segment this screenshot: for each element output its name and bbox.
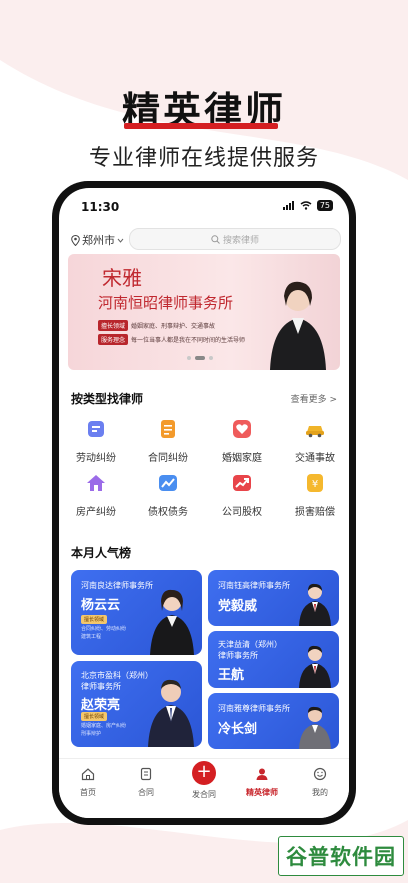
plus-icon: +	[192, 761, 216, 785]
lawyer-card-tag: 擅长领域	[81, 615, 108, 624]
tab-contract-label: 合同	[138, 788, 154, 797]
banner-pagination	[187, 356, 213, 360]
contract-dispute-icon	[161, 420, 175, 438]
banner-idea-tag: 服务理念	[98, 334, 129, 345]
tab-profile-label: 我的	[312, 788, 328, 797]
banner-field-tag: 擅长领域	[98, 320, 129, 331]
lawyer-icon	[256, 768, 268, 780]
lawyer-card-firm: 河南良达律师事务所	[81, 581, 153, 590]
labor-dispute-icon	[88, 421, 104, 437]
see-more-link[interactable]: 查看更多 >	[291, 392, 337, 405]
search-placeholder: 搜索律师	[222, 235, 259, 246]
location-selector[interactable]: 郑州市	[71, 232, 124, 248]
lawyer-card-firm: 河南钰高律师事务所	[218, 581, 290, 590]
lawyer-card-desc: 婚姻家庭、房产纠纷 刑事辩护	[81, 723, 127, 737]
category-label: 损害赔偿	[295, 507, 335, 518]
category-label: 公司股权	[222, 507, 262, 518]
category-labor-dispute[interactable]: 劳动纠纷	[66, 418, 126, 464]
lawyer-card-name: 王航	[218, 668, 245, 683]
tab-profile[interactable]: 我的	[295, 767, 345, 798]
category-label: 房产纠纷	[76, 507, 116, 518]
tab-home[interactable]: 首页	[63, 767, 113, 798]
lawyer-card-name: 赵荣亮	[81, 698, 121, 713]
lawyer-card[interactable]: 河南雅尊律师事务所 冷长剑	[208, 693, 339, 749]
promo-title-underline	[124, 123, 278, 129]
banner-lawyer-name: 宋雅	[102, 266, 142, 290]
lawyer-card-photo	[299, 706, 331, 749]
categories-title: 按类型找律师	[71, 392, 144, 406]
battery-indicator: 75	[316, 200, 333, 211]
chevron-down-icon	[117, 238, 124, 243]
property-dispute-icon	[87, 475, 105, 491]
lawyer-card-desc: 合同纠纷、劳动纠纷 建筑工程	[81, 626, 127, 640]
lawyer-card-name: 冷长剑	[218, 722, 258, 737]
wifi-icon	[300, 201, 312, 210]
svg-text:¥: ¥	[312, 479, 318, 490]
category-label: 合同纠纷	[148, 453, 188, 464]
banner-field-text: 婚姻家庭、刑事辩护、交通事故	[131, 323, 216, 330]
pagination-dot[interactable]	[209, 356, 213, 360]
lawyer-card-photo	[148, 679, 194, 747]
location-city: 郑州市	[82, 234, 115, 247]
category-label: 劳动纠纷	[76, 453, 116, 464]
debt-icon	[159, 475, 177, 491]
tab-elite-lawyer[interactable]: 精英律师	[237, 767, 287, 798]
lawyer-card-name: 党毅威	[218, 599, 258, 614]
category-label: 婚姻家庭	[222, 453, 262, 464]
banner-lawyer-photo	[270, 281, 326, 370]
damage-compensation-icon: ¥	[307, 474, 323, 492]
status-bar: 11:30 75	[59, 188, 349, 224]
company-equity-icon	[233, 475, 251, 491]
banner-firm-name: 河南恒昭律师事务所	[98, 294, 234, 312]
tab-send-contract[interactable]: + 发合同	[179, 761, 229, 800]
category-damage-compensation[interactable]: ¥ 损害赔偿	[285, 472, 345, 518]
lawyer-card-photo	[299, 645, 331, 688]
tab-elite-lawyer-label: 精英律师	[246, 788, 278, 797]
lawyer-card[interactable]: 河南钰高律师事务所 党毅威	[208, 570, 339, 626]
lawyer-card-firm: 北京市盈科（郑州） 律师事务所	[81, 671, 153, 691]
search-input[interactable]: 搜索律师	[129, 228, 341, 250]
marriage-family-icon	[233, 420, 251, 438]
phone-screen: 11:30 75 郑州市 搜索律师 宋雅 河南恒昭律师事务所 擅长领域 婚姻家庭…	[59, 188, 349, 818]
bottom-tab-bar: 首页 合同 + 发合同 精英律师 我的	[59, 758, 349, 818]
home-icon	[81, 768, 95, 781]
category-label: 交通事故	[295, 453, 335, 464]
promo-banner[interactable]: 宋雅 河南恒昭律师事务所 擅长领域 婚姻家庭、刑事辩护、交通事故 服务理念 每一…	[68, 254, 340, 370]
category-debt[interactable]: 债权债务	[138, 472, 198, 518]
pagination-dot[interactable]	[187, 356, 191, 360]
lawyer-card-photo	[150, 589, 194, 655]
contract-icon	[140, 767, 152, 781]
lawyer-card-tag: 擅长领域	[81, 712, 108, 721]
location-pin-icon	[71, 234, 80, 246]
signal-icon	[282, 201, 294, 210]
category-property-dispute[interactable]: 房产纠纷	[66, 472, 126, 518]
lawyer-card-firm: 河南雅尊律师事务所	[218, 704, 290, 713]
search-icon	[211, 234, 220, 244]
tab-send-contract-label: 发合同	[192, 790, 216, 799]
lawyer-card-photo	[299, 583, 331, 626]
category-label: 债权债务	[148, 507, 188, 518]
profile-icon	[313, 767, 327, 781]
lawyer-card[interactable]: 天津益清（郑州） 律师事务所 王航	[208, 631, 339, 688]
status-time: 11:30	[81, 200, 120, 214]
banner-idea-text: 每一位当事人都是我在不同时间的生活导师	[131, 337, 246, 344]
lawyer-card[interactable]: 河南良达律师事务所 杨云云 擅长领域 合同纠纷、劳动纠纷 建筑工程	[71, 570, 202, 655]
lawyer-card-name: 杨云云	[81, 598, 121, 613]
tab-home-label: 首页	[80, 788, 96, 797]
traffic-accident-icon	[306, 426, 324, 438]
tab-contract[interactable]: 合同	[121, 767, 171, 798]
pagination-dot-active[interactable]	[195, 356, 205, 360]
ranking-title: 本月人气榜	[71, 546, 132, 560]
site-watermark: 谷普软件园	[278, 836, 404, 876]
category-marriage-family[interactable]: 婚姻家庭	[212, 418, 272, 464]
category-traffic-accident[interactable]: 交通事故	[285, 418, 345, 464]
lawyer-card-firm: 天津益清（郑州） 律师事务所	[218, 640, 282, 660]
lawyer-card[interactable]: 北京市盈科（郑州） 律师事务所 赵荣亮 擅长领域 婚姻家庭、房产纠纷 刑事辩护	[71, 661, 202, 747]
category-contract-dispute[interactable]: 合同纠纷	[138, 418, 198, 464]
category-company-equity[interactable]: 公司股权	[212, 472, 272, 518]
promo-subtitle: 专业律师在线提供服务	[88, 146, 319, 171]
